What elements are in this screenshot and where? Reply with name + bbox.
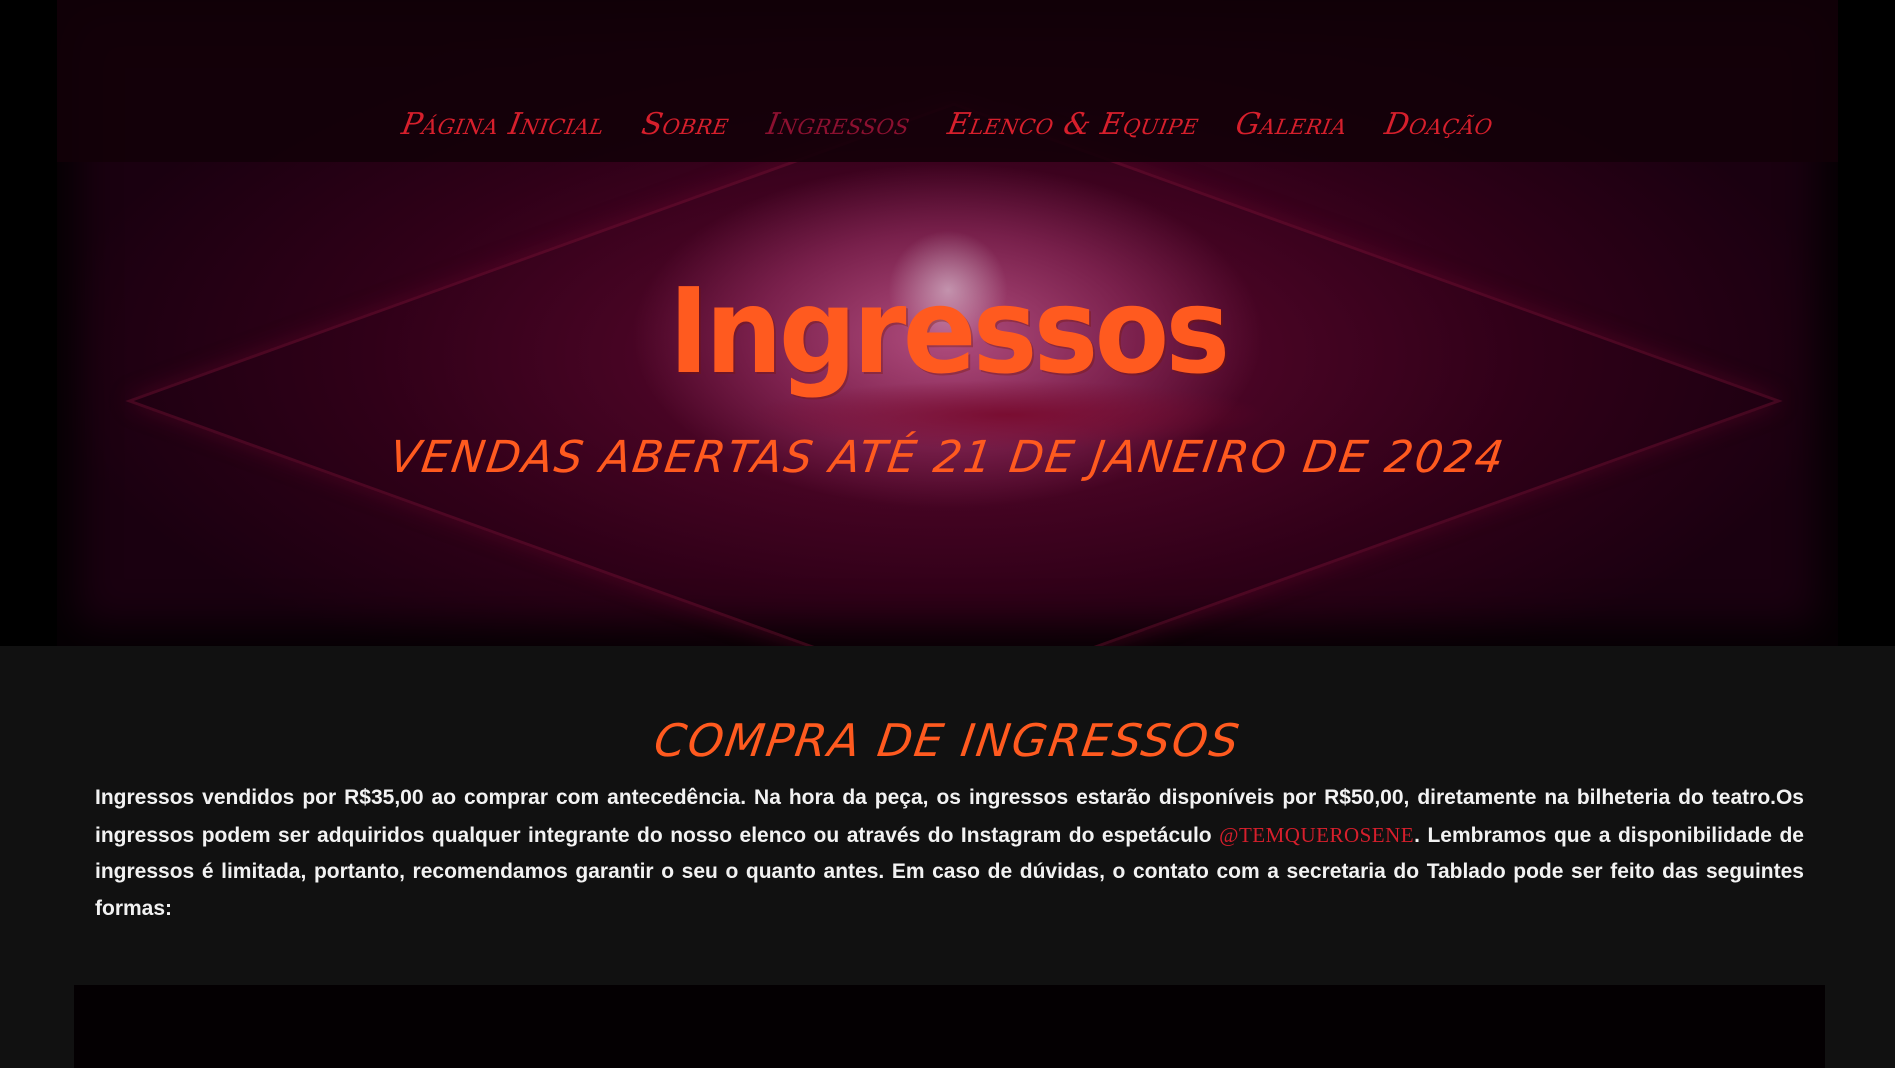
page: Página Inicial Sobre Ingressos Elenco & … <box>0 0 1895 1068</box>
instagram-handle-link[interactable]: @TEMQUEROSENE <box>1219 823 1414 847</box>
hero-title: Ingressos <box>668 262 1231 400</box>
nav-link-home[interactable]: Página Inicial <box>399 107 608 142</box>
section-title: COMPRA DE INGRESSOS <box>650 714 1245 767</box>
hero-banner: Página Inicial Sobre Ingressos Elenco & … <box>0 0 1895 646</box>
main-nav: Página Inicial Sobre Ingressos Elenco & … <box>0 96 1895 152</box>
nav-link-about[interactable]: Sobre <box>639 107 732 142</box>
section-body-text: Ingressos vendidos por R$35,00 ao compra… <box>95 780 1804 927</box>
contact-panel <box>74 985 1825 1068</box>
nav-link-donation[interactable]: Doação <box>1382 107 1496 142</box>
nav-link-cast-crew[interactable]: Elenco & Equipe <box>945 107 1202 142</box>
hero-subtitle: VENDAS ABERTAS ATÉ 21 DE JANEIRO DE 2024 <box>386 432 1509 483</box>
nav-link-gallery[interactable]: Galeria <box>1233 107 1350 142</box>
nav-link-tickets[interactable]: Ingressos <box>764 107 913 142</box>
tickets-section: COMPRA DE INGRESSOS Ingressos vendidos p… <box>0 646 1895 1068</box>
